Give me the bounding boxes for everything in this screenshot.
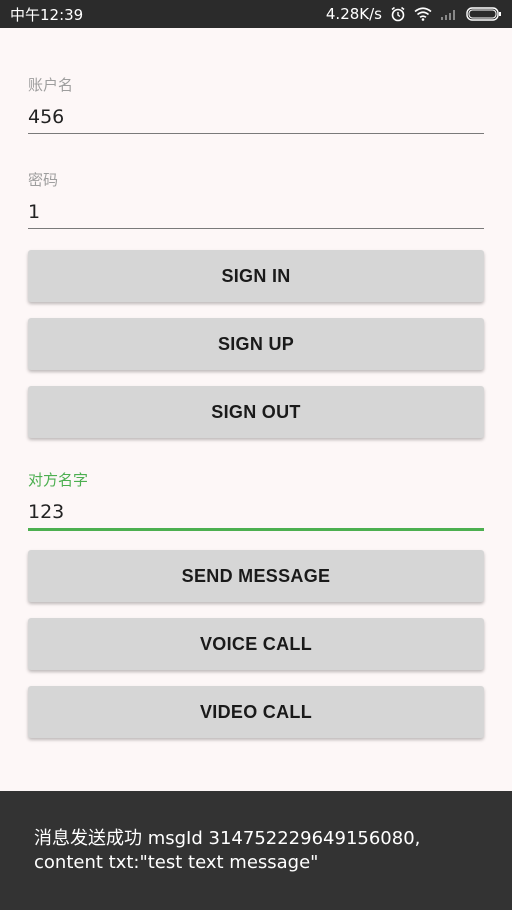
peer-name-input[interactable]: 123 [28,501,64,523]
peer-name-label: 对方名字 [28,471,89,489]
sign-up-button[interactable]: SIGN UP [28,318,484,370]
network-speed: 4.28K/s [325,5,382,23]
alarm-icon [390,6,406,22]
toast-message: 消息发送成功 msgId 314752229649156080, content… [0,791,512,910]
voice-call-button[interactable]: VOICE CALL [28,618,484,670]
wifi-icon [414,7,432,21]
toast-text: 消息发送成功 msgId 314752229649156080, content… [34,828,421,873]
peer-name-underline [28,528,484,531]
sign-out-button[interactable]: SIGN OUT [28,386,484,438]
account-input[interactable]: 456 [28,106,64,128]
account-label: 账户名 [28,76,74,94]
password-input[interactable]: 1 [28,201,40,223]
status-left: 中午12:39 [10,4,83,25]
password-label: 密码 [28,171,59,189]
battery-icon [466,7,502,21]
signal-icon [440,7,458,21]
password-underline [28,228,484,229]
status-right: 4.28K/s [326,5,502,23]
account-underline [28,133,484,134]
send-message-button[interactable]: SEND MESSAGE [28,550,484,602]
video-call-button[interactable]: VIDEO CALL [28,686,484,738]
sign-in-button[interactable]: SIGN IN [28,250,484,302]
status-bar: 中午12:39 4.28K/s [0,0,512,28]
status-time: 中午12:39 [10,5,84,24]
